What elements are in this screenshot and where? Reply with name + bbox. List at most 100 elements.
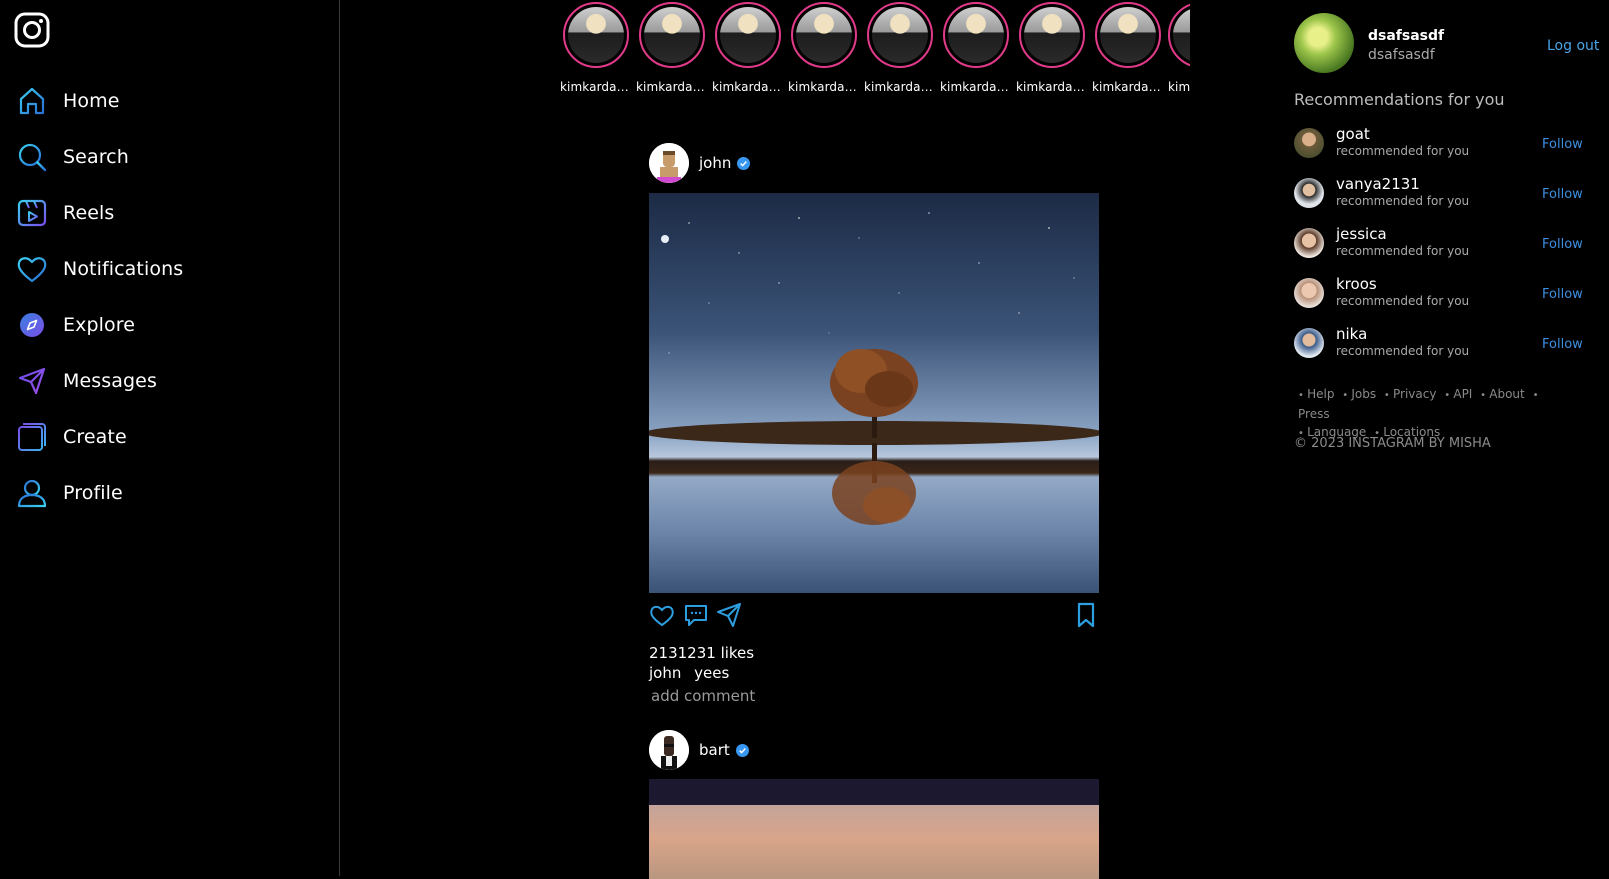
footer-link-about[interactable]: About: [1480, 387, 1525, 401]
user-avatar-icon: [649, 143, 689, 183]
nav-notifications-label: Notifications: [63, 258, 184, 280]
story-ring: [1168, 2, 1190, 68]
story-avatar: [1100, 7, 1156, 63]
rec-username[interactable]: nika: [1336, 325, 1367, 343]
story-username: kimkardas...: [1092, 80, 1164, 94]
nav-messages[interactable]: Messages: [16, 361, 157, 401]
send-icon: [18, 367, 46, 395]
story-avatar: [948, 7, 1004, 63]
story-avatar: [720, 7, 776, 63]
bookmark-icon[interactable]: [1073, 602, 1099, 628]
story-ring: [791, 2, 857, 68]
follow-button[interactable]: Follow: [1542, 337, 1583, 352]
rec-subtitle: recommended for you: [1336, 144, 1470, 158]
story-username: kimkardas...: [940, 80, 1012, 94]
post-header: john: [649, 143, 751, 183]
avatar[interactable]: [1294, 228, 1324, 258]
like-heart-icon[interactable]: [649, 602, 675, 628]
sidebar: Home Search Reels Notifications Explore …: [0, 0, 340, 876]
story-item[interactable]: kim: [1168, 2, 1190, 94]
avatar[interactable]: [1294, 278, 1324, 308]
user-icon: [17, 479, 47, 508]
post-image[interactable]: [649, 779, 1099, 879]
nav-reels-label: Reels: [63, 202, 115, 224]
footer-link-help[interactable]: Help: [1298, 387, 1334, 401]
footer-link-api[interactable]: API: [1444, 387, 1472, 401]
post-username[interactable]: bart: [699, 741, 730, 759]
story-ring: [1095, 2, 1161, 68]
footer-link-jobs[interactable]: Jobs: [1342, 387, 1376, 401]
avatar[interactable]: [1294, 128, 1324, 158]
nav-explore[interactable]: Explore: [16, 305, 135, 345]
rec-subtitle: recommended for you: [1336, 194, 1470, 208]
follow-button[interactable]: Follow: [1542, 137, 1583, 152]
post-header: bart: [649, 730, 749, 770]
story-item[interactable]: kimkardas...: [1016, 2, 1088, 94]
post-username[interactable]: john: [699, 154, 731, 172]
recommendation-item: vanya2131 recommended for you Follow: [1294, 175, 1594, 209]
post-image[interactable]: [649, 193, 1099, 593]
story-item[interactable]: kimkardas...: [1092, 2, 1164, 94]
story-ring: [563, 2, 629, 68]
nav-profile-label: Profile: [63, 482, 123, 504]
nav-notifications[interactable]: Notifications: [16, 249, 183, 289]
story-item[interactable]: kimkardas...: [788, 2, 860, 94]
instagram-logo-icon[interactable]: [14, 12, 50, 48]
follow-button[interactable]: Follow: [1542, 237, 1583, 252]
nav-create[interactable]: Create: [16, 417, 127, 457]
nav-create-label: Create: [63, 426, 127, 448]
story-username: kimkardas...: [560, 80, 632, 94]
current-username[interactable]: dsafsasdf: [1368, 28, 1444, 44]
story-avatar: [796, 7, 852, 63]
story-avatar: [568, 7, 624, 63]
avatar[interactable]: [1294, 13, 1354, 73]
tree-reflection-image: [649, 212, 1099, 525]
avatar[interactable]: [1294, 178, 1324, 208]
copyright: © 2023 INSTAGRAM BY MISHA: [1294, 436, 1491, 451]
avatar[interactable]: [649, 143, 689, 183]
story-ring: [639, 2, 705, 68]
likes-count: 2131231 likes: [649, 644, 755, 662]
recommendations-title: Recommendations for you: [1294, 90, 1505, 109]
recommendation-item: jessica recommended for you Follow: [1294, 225, 1594, 259]
reels-icon: [17, 199, 47, 227]
rec-username[interactable]: jessica: [1336, 225, 1387, 243]
nav-search-label: Search: [63, 146, 129, 168]
caption-text: yees: [694, 664, 730, 682]
nav-profile[interactable]: Profile: [16, 473, 123, 513]
story-username: kimkardas...: [636, 80, 708, 94]
compass-icon: [20, 313, 44, 337]
story-item[interactable]: kimkardas...: [560, 2, 632, 94]
follow-button[interactable]: Follow: [1542, 187, 1583, 202]
nav-reels[interactable]: Reels: [16, 193, 114, 233]
comment-icon[interactable]: [683, 602, 709, 628]
rec-username[interactable]: goat: [1336, 125, 1370, 143]
recommendation-item: goat recommended for you Follow: [1294, 125, 1594, 159]
rec-subtitle: recommended for you: [1336, 244, 1470, 258]
rec-username[interactable]: kroos: [1336, 275, 1377, 293]
rec-username[interactable]: vanya2131: [1336, 175, 1420, 193]
post-actions: [649, 602, 1099, 630]
story-item[interactable]: kimkardas...: [864, 2, 936, 94]
follow-button[interactable]: Follow: [1542, 287, 1583, 302]
add-comment-input[interactable]: [651, 687, 951, 705]
story-item[interactable]: kimkardas...: [636, 2, 708, 94]
nav-messages-label: Messages: [63, 370, 157, 392]
avatar[interactable]: [1294, 328, 1324, 358]
caption-username[interactable]: john: [649, 664, 681, 682]
plus-square-icon: [18, 423, 46, 451]
nav-search[interactable]: Search: [16, 137, 129, 177]
logout-link[interactable]: Log out: [1547, 38, 1599, 54]
verified-badge-icon: [735, 743, 749, 757]
heart-icon: [17, 257, 47, 283]
story-avatar: [1173, 7, 1190, 63]
post-caption: john yees: [649, 664, 729, 682]
story-item[interactable]: kimkardas...: [940, 2, 1012, 94]
story-avatar: [1024, 7, 1080, 63]
nav-home[interactable]: Home: [16, 81, 120, 121]
story-item[interactable]: kimkardas...: [712, 2, 784, 94]
avatar[interactable]: [649, 730, 689, 770]
footer-link-privacy[interactable]: Privacy: [1384, 387, 1437, 401]
rec-subtitle: recommended for you: [1336, 294, 1470, 308]
share-icon[interactable]: [716, 602, 742, 628]
